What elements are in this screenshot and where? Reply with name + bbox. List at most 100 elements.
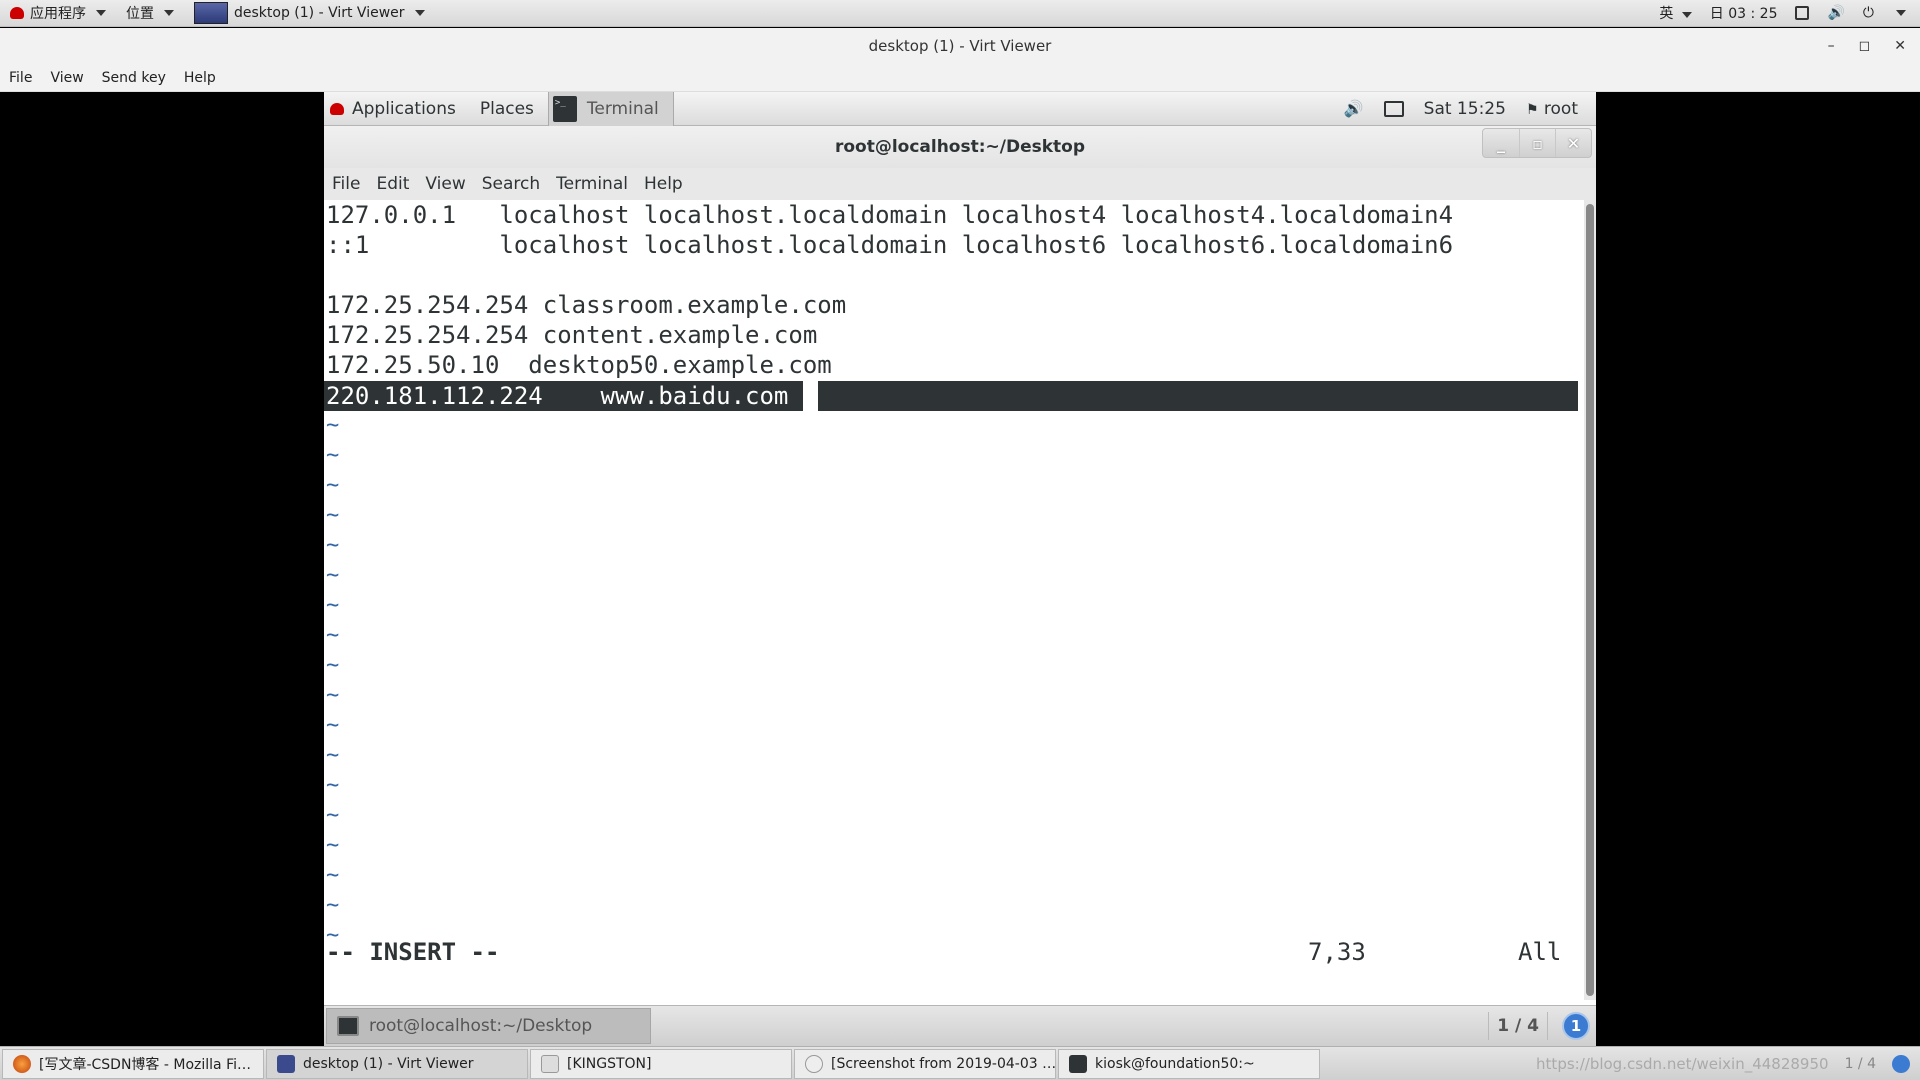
terminal-menubar: File Edit View Search Terminal Help <box>324 168 1596 200</box>
vim-cursor-position: 7,33 <box>1308 938 1366 966</box>
terminal-titlebar: root@localhost:~/Desktop _ ▫ ✕ <box>324 126 1596 168</box>
viewer-menu-file[interactable]: File <box>0 70 41 86</box>
guest-terminal-label: Terminal <box>586 98 659 119</box>
taskbar-item-screenshot[interactable]: [Screenshot from 2019-04-03 … <box>794 1048 1056 1079</box>
chevron-down-icon <box>1681 12 1692 18</box>
close-icon[interactable]: ✕ <box>1555 129 1591 157</box>
notification-icon[interactable] <box>1892 1054 1910 1073</box>
vim-tilde-marker: ~ <box>326 533 340 558</box>
terminal-title: root@localhost:~/Desktop <box>834 137 1086 157</box>
host-apps-menu[interactable]: 应用程序 <box>0 0 116 26</box>
viewer-menu-view[interactable]: View <box>41 70 92 86</box>
hosts-line-selected: 220.181.112.224 www.baidu.com <box>326 382 789 410</box>
maximize-icon[interactable]: ▫ <box>1519 129 1555 157</box>
maximize-icon[interactable]: ◻ <box>1859 38 1871 54</box>
vim-scroll-position: All <box>1518 938 1562 966</box>
terminal-icon: >_ <box>552 95 577 122</box>
guest-terminal-task[interactable]: >_ Terminal <box>547 92 674 126</box>
taskbar-item-label: [KINGSTON] <box>567 1055 652 1072</box>
workspace-indicator[interactable]: 1 / 4 <box>1488 1012 1548 1040</box>
hosts-line: 172.25.254.254 classroom.example.com <box>326 291 847 319</box>
minimize-icon[interactable]: – <box>1828 38 1835 54</box>
vim-tilde-marker: ~ <box>326 473 340 498</box>
hosts-line: 172.25.254.254 content.example.com <box>326 321 818 349</box>
terminal-menu-search[interactable]: Search <box>474 174 548 194</box>
power-icon[interactable]: ⏻ <box>1863 5 1874 21</box>
input-method-indicator[interactable]: 英 <box>1659 3 1692 23</box>
host-clock[interactable]: 日 03 : 25 <box>1710 3 1778 23</box>
taskbar-item-label: desktop (1) - Virt Viewer <box>303 1055 474 1072</box>
vim-tilde-marker: ~ <box>326 563 340 588</box>
minimize-icon[interactable]: _ <box>1483 129 1519 157</box>
terminal-menu-view[interactable]: View <box>417 174 473 194</box>
firefox-icon <box>13 1054 31 1073</box>
guest-clock[interactable]: Sat 15:25 <box>1424 99 1506 119</box>
host-window-label: desktop (1) - Virt Viewer <box>234 5 405 21</box>
host-workspace-indicator[interactable]: 1 / 4 <box>1845 1056 1876 1072</box>
terminal-menu-terminal[interactable]: Terminal <box>548 174 636 194</box>
taskbar-item-kiosk-terminal[interactable]: kiosk@foundation50:~ <box>1058 1048 1320 1079</box>
text-cursor <box>803 381 818 411</box>
guest-taskbar-terminal[interactable]: root@localhost:~/Desktop <box>326 1008 651 1044</box>
taskbar-item-label: [Screenshot from 2019-04-03 … <box>831 1055 1056 1072</box>
terminal-menu-file[interactable]: File <box>324 174 368 194</box>
guest-user-label: root <box>1543 98 1578 119</box>
watermark-text: https://blog.csdn.net/weixin_44828950 <box>1536 1054 1829 1073</box>
viewer-menubar: File View Send key Help <box>0 64 1920 92</box>
taskbar-item-firefox[interactable]: [写文章-CSDN博客 - Mozilla Fi… <box>2 1048 264 1079</box>
vim-mode-indicator: -- INSERT -- <box>326 938 500 966</box>
guest-user-menu[interactable]: ⚑ root <box>1526 99 1578 119</box>
folder-icon <box>541 1054 559 1073</box>
system-menu-chevron-icon[interactable] <box>1896 10 1906 16</box>
guest-bottom-panel: root@localhost:~/Desktop 1 / 4 1 <box>324 1005 1596 1046</box>
terminal-window-controls: _ ▫ ✕ <box>1482 128 1592 158</box>
close-icon[interactable]: ✕ <box>1894 38 1906 54</box>
vim-tilde-marker: ~ <box>326 773 340 798</box>
guest-bottom-right: 1 / 4 1 <box>1488 1012 1596 1040</box>
viewer-menu-send-key[interactable]: Send key <box>93 70 175 86</box>
taskbar-item-kingston[interactable]: [KINGSTON] <box>530 1048 792 1079</box>
guest-display[interactable]: Applications Places >_ Terminal 🔊 Sat 15… <box>324 92 1596 1046</box>
input-method-label: 英 <box>1659 6 1674 22</box>
guest-top-panel: Applications Places >_ Terminal 🔊 Sat 15… <box>324 92 1596 126</box>
vim-tilde-marker: ~ <box>326 743 340 768</box>
network-icon[interactable] <box>1383 100 1404 117</box>
display-icon[interactable] <box>1795 6 1810 20</box>
terminal-menu-edit[interactable]: Edit <box>368 174 417 194</box>
terminal-scrollbar[interactable] <box>1584 200 1596 1000</box>
taskbar-item-label: [写文章-CSDN博客 - Mozilla Fi… <box>39 1056 251 1073</box>
virt-viewer-icon <box>277 1054 295 1073</box>
guest-status-area: 🔊 Sat 15:25 ⚑ root <box>1344 99 1596 119</box>
guest-applications-menu[interactable]: Applications <box>324 99 466 119</box>
terminal-content[interactable]: 127.0.0.1 localhost localhost.localdomai… <box>324 200 1584 1000</box>
guest-task-label: root@localhost:~/Desktop <box>369 1016 593 1036</box>
scrollbar-thumb[interactable] <box>1586 204 1594 996</box>
host-apps-label: 应用程序 <box>30 6 86 22</box>
host-taskbar-right: https://blog.csdn.net/weixin_44828950 1 … <box>1536 1054 1920 1073</box>
redhat-logo-icon <box>10 7 24 19</box>
redhat-logo-icon <box>330 102 344 115</box>
volume-icon[interactable]: 🔊 <box>1344 99 1364 118</box>
taskbar-item-virt-viewer[interactable]: desktop (1) - Virt Viewer <box>266 1048 528 1079</box>
vim-tilde-marker: ~ <box>326 593 340 618</box>
vim-tilde-marker: ~ <box>326 683 340 708</box>
host-top-panel: 应用程序 位置 desktop (1) - Virt Viewer 英 日 03… <box>0 0 1920 27</box>
host-status-area: 英 日 03 : 25 🔊 ⏻ <box>1659 3 1920 23</box>
guest-places-menu[interactable]: Places <box>466 99 548 119</box>
vim-tilde-marker: ~ <box>326 653 340 678</box>
vim-tilde-marker: ~ <box>326 623 340 648</box>
virt-viewer-icon <box>194 2 228 24</box>
host-places-menu[interactable]: 位置 <box>116 0 184 26</box>
host-window-menu[interactable]: desktop (1) - Virt Viewer <box>184 0 435 26</box>
vim-tilde-marker: ~ <box>326 503 340 528</box>
viewer-title: desktop (1) - Virt Viewer <box>868 37 1052 55</box>
vim-tilde-marker: ~ <box>326 413 340 438</box>
notification-badge[interactable]: 1 <box>1562 1012 1590 1040</box>
volume-icon[interactable]: 🔊 <box>1827 5 1844 21</box>
vim-tilde-marker: ~ <box>326 803 340 828</box>
terminal-menu-help[interactable]: Help <box>636 174 691 194</box>
chevron-down-icon <box>164 10 174 16</box>
viewer-window-controls: – ◻ ✕ <box>1828 28 1906 64</box>
viewer-titlebar: desktop (1) - Virt Viewer – ◻ ✕ <box>0 28 1920 64</box>
viewer-menu-help[interactable]: Help <box>175 70 225 86</box>
